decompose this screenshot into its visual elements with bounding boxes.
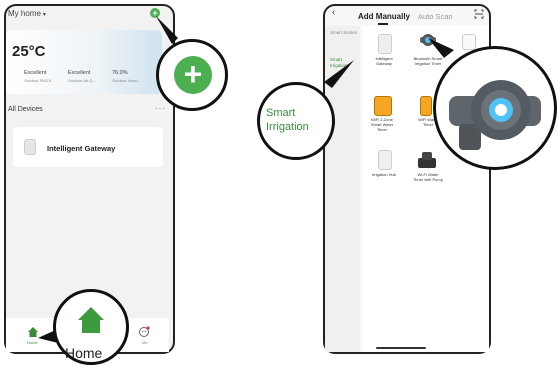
partial-product-icon[interactable] bbox=[462, 34, 476, 50]
tab-auto-scan[interactable]: Auto Scan bbox=[418, 12, 453, 21]
product-label: Wi-Fi Water Timer with Pump bbox=[413, 172, 443, 182]
zoom-irrigation-label: Smart Irrigation bbox=[266, 107, 309, 133]
home-icon-zoomed bbox=[78, 307, 104, 333]
gateway-product-icon[interactable] bbox=[378, 34, 392, 54]
weather-card bbox=[6, 30, 162, 94]
valve-zoomed-icon bbox=[449, 80, 541, 150]
gateway-device-icon bbox=[24, 139, 36, 155]
scan-icon[interactable] bbox=[474, 9, 484, 19]
devices-heading: All Devices bbox=[8, 106, 43, 113]
product-label: Intelligent Gateway bbox=[375, 56, 393, 66]
irrigation-hub-icon[interactable] bbox=[378, 150, 392, 170]
product-label: WiFi 2-Zone Smart Water Timer bbox=[370, 117, 394, 132]
more-options-icon[interactable]: ··· bbox=[155, 104, 166, 113]
stat-label-humidity: Outdoor Humi... bbox=[112, 78, 141, 83]
water-timer-icon[interactable] bbox=[420, 96, 432, 116]
two-zone-timer-icon[interactable] bbox=[374, 96, 392, 116]
add-icon-zoomed: + bbox=[174, 56, 212, 94]
callout-pointer-irrigation bbox=[324, 60, 354, 88]
home-title: My home bbox=[8, 9, 41, 18]
home-indicator bbox=[376, 347, 426, 349]
timer-pump-icon[interactable] bbox=[416, 150, 438, 170]
zoom-home-label: Home bbox=[65, 345, 103, 361]
callout-pointer-valve bbox=[428, 38, 454, 58]
me-tab-icon[interactable] bbox=[138, 326, 150, 338]
caret-down-icon: ▾ bbox=[42, 12, 46, 18]
temperature: 25°C bbox=[12, 43, 46, 60]
product-label: Irrigation Hub bbox=[371, 172, 396, 177]
home-selector[interactable]: My home ▾ bbox=[8, 9, 46, 18]
stat-value-pm25: Excellent bbox=[24, 70, 47, 76]
back-chevron-icon[interactable]: ‹ bbox=[332, 7, 335, 18]
sidebar-item-smart-socket[interactable]: Smart Socket bbox=[330, 30, 358, 36]
active-tab-indicator bbox=[378, 23, 388, 25]
stat-label-airq: Outdoor Air Q... bbox=[68, 78, 96, 83]
tab-add-manually[interactable]: Add Manually bbox=[358, 12, 410, 21]
stat-value-airq: Excellent bbox=[68, 70, 91, 76]
device-name: Intelligent Gateway bbox=[47, 144, 116, 153]
stat-label-pm25: Outdoor PM2.5 bbox=[24, 78, 52, 83]
stat-value-humidity: 76.0% bbox=[112, 70, 128, 76]
me-tab-label: Me bbox=[142, 340, 148, 345]
